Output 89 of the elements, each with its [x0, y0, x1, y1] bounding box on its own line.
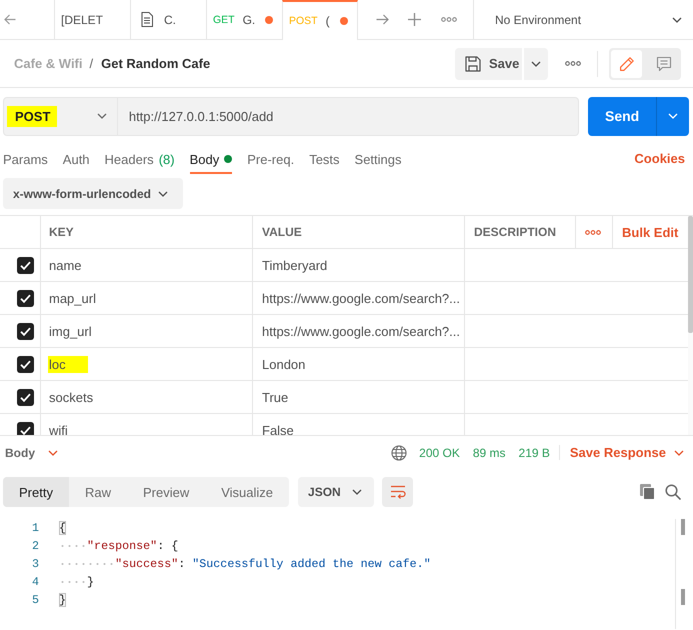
chevron-down-icon: [674, 450, 684, 456]
table-cell: sockets: [49, 390, 94, 404]
floppy-disk-icon: [465, 56, 481, 72]
comment-icon: [656, 56, 672, 72]
table-cell: name: [49, 258, 82, 272]
request-title: Get Random Cafe: [101, 56, 210, 71]
forward-arrow-icon[interactable]: [376, 14, 389, 25]
json-punctuation: :: [178, 557, 186, 571]
breadcrumb-separator: /: [90, 56, 94, 71]
format-select[interactable]: JSON: [298, 477, 374, 507]
json-key: "response": [87, 539, 158, 553]
view-mode-tab[interactable]: Preview: [126, 477, 206, 507]
table-cell: https://www.google.com/search?...: [262, 324, 460, 338]
line-number: 4: [32, 574, 39, 591]
column-header: DESCRIPTION: [474, 225, 556, 239]
request-section-tab[interactable]: Pre-req.: [247, 146, 294, 174]
json-string: "Successfully added the new cafe.": [192, 557, 431, 571]
request-section-tab[interactable]: Headers (8): [104, 146, 175, 174]
checkbox[interactable]: [17, 256, 34, 274]
view-mode-tab[interactable]: Raw: [68, 477, 127, 507]
json-punctuation: : {: [157, 539, 178, 553]
view-mode-tab[interactable]: Visualize: [205, 477, 290, 507]
pencil-icon: [618, 56, 634, 72]
table-cell: https://www.google.com/search?...: [262, 290, 460, 306]
method-select[interactable]: POST: [3, 96, 118, 136]
more-icon[interactable]: [585, 230, 601, 234]
environment-select[interactable]: No Environment: [474, 0, 693, 39]
checkbox[interactable]: [17, 290, 34, 306]
matched-brace: }: [59, 593, 66, 607]
table-cell: img_url: [49, 324, 92, 338]
save-response-button[interactable]: Save Response: [558, 445, 684, 460]
document-icon: [141, 12, 153, 27]
column-header: KEY: [49, 225, 74, 239]
checkbox[interactable]: [17, 422, 34, 435]
response-size: 219 B: [518, 446, 550, 460]
scrollbar[interactable]: [688, 216, 693, 333]
bulk-edit-link[interactable]: Bulk Edit: [622, 224, 678, 240]
response-body-select[interactable]: Body: [5, 446, 58, 460]
chevron-down-icon: [352, 489, 362, 495]
response-time: 89 ms: [472, 446, 506, 460]
chevron-down-icon: [158, 190, 168, 196]
wrap-lines-button[interactable]: [382, 477, 414, 507]
send-button[interactable]: Send: [588, 96, 656, 136]
table-cell: loc: [48, 356, 88, 372]
ruler-mark: [681, 589, 685, 605]
request-section-tab[interactable]: Auth: [62, 146, 90, 174]
view-mode-tab[interactable]: Pretty: [3, 477, 69, 507]
request-section-tab[interactable]: Tests: [309, 146, 340, 174]
checkbox[interactable]: [17, 356, 34, 372]
chevron-down-icon: [96, 113, 107, 119]
chevron-down-icon: [668, 113, 678, 119]
plus-icon[interactable]: [408, 13, 422, 26]
json-punctuation: }: [87, 575, 94, 589]
globe-icon: [391, 444, 408, 460]
request-tab[interactable]: POST (: [282, 0, 358, 40]
url-field[interactable]: http://127.0.0.1:5000/add: [118, 96, 580, 136]
column-header: VALUE: [262, 225, 302, 239]
ruler-mark: [681, 519, 685, 535]
chevron-down-icon: [672, 16, 682, 22]
body-type-select[interactable]: x-www-form-urlencoded: [3, 178, 183, 209]
line-number: 1: [32, 520, 39, 537]
request-section-tab[interactable]: Body: [190, 146, 232, 174]
table-cell: wifi: [49, 422, 68, 435]
chevron-down-icon: [48, 450, 58, 456]
cookies-link[interactable]: Cookies: [634, 150, 685, 166]
search-icon[interactable]: [665, 484, 681, 500]
checkbox[interactable]: [17, 322, 34, 340]
table-cell: London: [262, 356, 306, 372]
panel-toggle[interactable]: [611, 50, 642, 78]
checkbox[interactable]: [17, 388, 34, 406]
table-cell: map_url: [49, 290, 96, 306]
save-button[interactable]: Save: [455, 48, 522, 80]
line-number: 3: [32, 556, 39, 573]
copy-icon[interactable]: [640, 484, 655, 500]
table-cell: True: [262, 390, 288, 404]
chevron-down-icon: [531, 60, 541, 66]
back-arrow-icon[interactable]: [4, 14, 16, 25]
table-cell: Timberyard: [262, 258, 328, 272]
status-code: 200 OK: [419, 446, 460, 460]
matched-brace: {: [59, 521, 66, 535]
line-number: 5: [32, 592, 39, 609]
request-section-tab[interactable]: Params: [3, 146, 48, 174]
json-key: "success": [115, 557, 178, 571]
more-icon[interactable]: [441, 17, 458, 22]
request-section-tab[interactable]: Settings: [354, 146, 402, 174]
more-icon[interactable]: [565, 61, 581, 66]
send-options-button[interactable]: [656, 96, 689, 136]
line-number: 2: [32, 538, 39, 555]
table-cell: False: [262, 422, 294, 435]
